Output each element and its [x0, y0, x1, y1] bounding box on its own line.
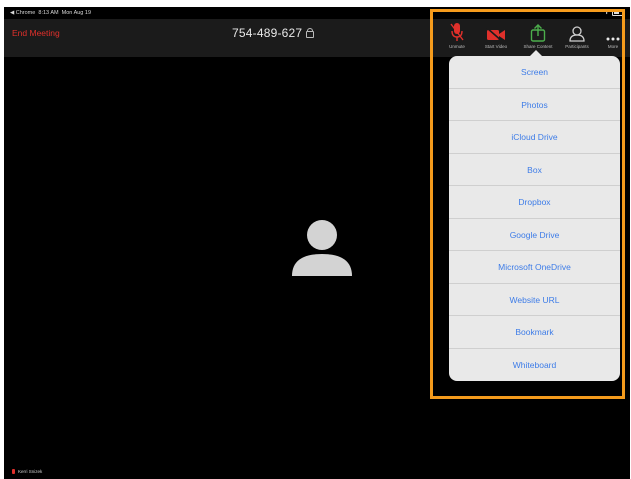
- mic-muted-indicator-icon: [12, 469, 15, 475]
- share-website-url-option[interactable]: Website URL: [449, 284, 620, 316]
- back-to-app-link[interactable]: ◀ Chrome: [10, 10, 35, 16]
- start-video-button[interactable]: Start Video: [479, 20, 513, 56]
- share-content-icon: [521, 20, 555, 42]
- share-screen-option[interactable]: Screen: [449, 56, 620, 89]
- more-button[interactable]: More: [598, 20, 628, 56]
- status-left: ◀ Chrome 8:13 AM Mon Aug 19: [10, 10, 91, 16]
- microphone-muted-icon: [440, 20, 474, 42]
- status-date: Mon Aug 19: [61, 10, 91, 16]
- more-label: More: [607, 44, 619, 49]
- share-onedrive-option[interactable]: Microsoft OneDrive: [449, 251, 620, 284]
- share-content-label: Share Content: [523, 44, 553, 49]
- start-video-label: Start Video: [484, 44, 508, 49]
- video-off-icon: [479, 20, 513, 42]
- wifi-icon: ◗: [605, 10, 609, 17]
- self-name: Kerri Snizek: [18, 469, 43, 474]
- share-box-option[interactable]: Box: [449, 154, 620, 186]
- status-bar: ◀ Chrome 8:13 AM Mon Aug 19 ◗: [4, 7, 630, 19]
- meeting-id-title[interactable]: 754-489-627: [232, 26, 315, 40]
- participants-label: Participants: [565, 44, 589, 49]
- share-bookmark-option[interactable]: Bookmark: [449, 316, 620, 349]
- lock-icon: [306, 28, 315, 38]
- status-right: ◗: [605, 10, 624, 16]
- battery-icon: [612, 10, 624, 16]
- share-whiteboard-option[interactable]: Whiteboard: [449, 349, 620, 382]
- unmute-label: Unmute: [449, 44, 465, 49]
- participant-avatar-icon: [291, 218, 353, 276]
- unmute-button[interactable]: Unmute: [440, 20, 474, 56]
- share-icloud-drive-option[interactable]: iCloud Drive: [449, 121, 620, 154]
- share-dropbox-option[interactable]: Dropbox: [449, 186, 620, 219]
- participants-icon: [560, 20, 594, 42]
- share-google-drive-option[interactable]: Google Drive: [449, 219, 620, 251]
- end-meeting-button[interactable]: End Meeting: [12, 28, 60, 38]
- meeting-id: 754-489-627: [232, 26, 303, 40]
- share-photos-option[interactable]: Photos: [449, 89, 620, 121]
- share-content-menu: Screen Photos iCloud Drive Box Dropbox G…: [449, 56, 620, 381]
- more-icon: [598, 20, 628, 42]
- status-time: 8:13 AM: [38, 10, 59, 16]
- self-view-name: Kerri Snizek: [12, 469, 43, 475]
- participants-button[interactable]: Participants: [560, 20, 594, 56]
